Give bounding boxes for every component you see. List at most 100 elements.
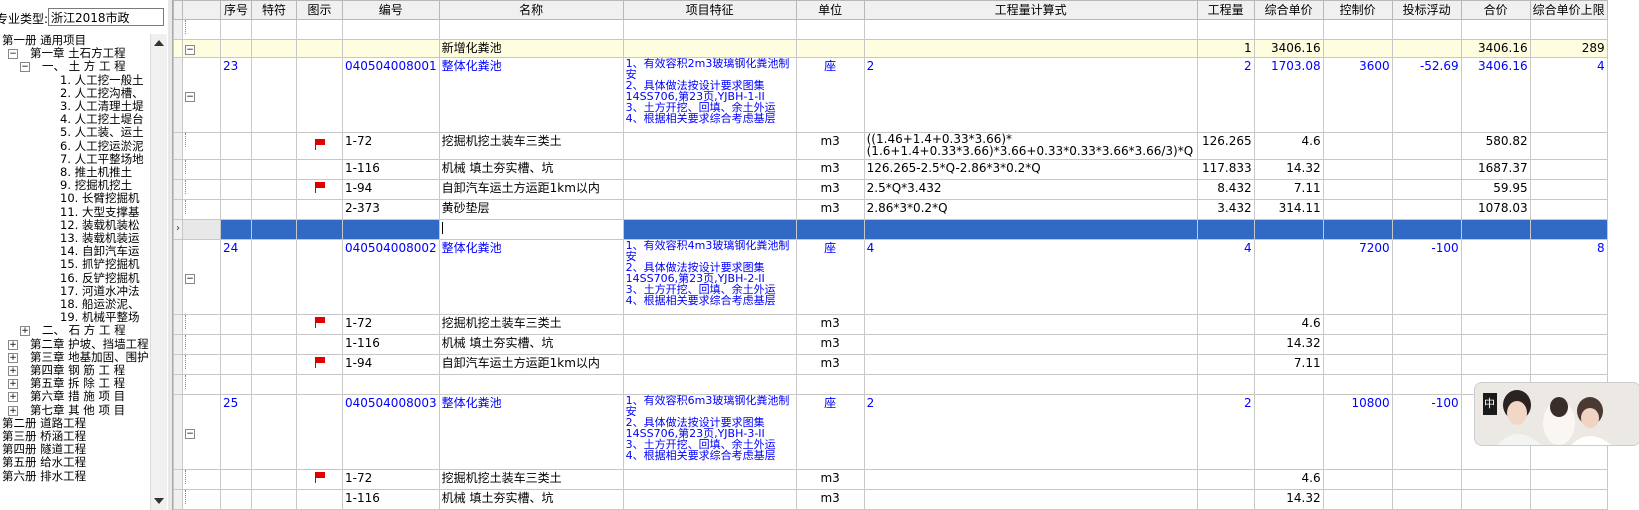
grid-cell[interactable] xyxy=(1529,19,1608,40)
name-cell[interactable]: 整体化粪池 xyxy=(438,239,624,315)
total-cell[interactable] xyxy=(1460,314,1531,335)
code-cell[interactable]: 1-72 xyxy=(342,132,440,160)
qty-cell[interactable]: 3.432 xyxy=(1196,199,1255,220)
name-cell[interactable]: 机械 填土夯实槽、坑 xyxy=(438,334,624,355)
tree-cell[interactable] xyxy=(182,314,221,335)
features-cell[interactable] xyxy=(622,199,797,220)
expand-icon[interactable]: + xyxy=(8,339,18,350)
tree-node[interactable]: 3. 人工清理土堤 xyxy=(38,100,144,113)
unit-cell[interactable]: m3 xyxy=(795,354,865,375)
control-price-cell[interactable] xyxy=(1322,159,1393,180)
seq-cell[interactable] xyxy=(220,132,252,160)
grid-cell[interactable] xyxy=(1529,219,1608,240)
tree-node[interactable]: 7. 人工平整场地 xyxy=(38,152,144,166)
collapse-icon[interactable]: − xyxy=(185,91,195,102)
control-price-cell[interactable]: 7200 xyxy=(1322,239,1393,315)
control-price-cell[interactable] xyxy=(1322,179,1393,200)
features-cell[interactable] xyxy=(622,354,797,375)
total-cell[interactable]: 3406.16 xyxy=(1460,39,1531,58)
formula-cell[interactable]: 2 xyxy=(863,394,1198,470)
grid-cell[interactable] xyxy=(182,374,221,395)
row-indicator[interactable] xyxy=(173,334,183,355)
grid-cell[interactable] xyxy=(220,219,252,240)
tree-node[interactable]: 第五册 给水工程 xyxy=(2,456,86,469)
grid-cell[interactable] xyxy=(220,19,252,40)
unit-price-cell[interactable] xyxy=(1253,239,1324,315)
unit-cell[interactable]: 座 xyxy=(795,57,865,133)
tree-node[interactable]: 15. 抓铲挖掘机 xyxy=(38,258,139,271)
seq-cell[interactable] xyxy=(220,39,252,58)
grid-cell[interactable] xyxy=(1391,374,1462,395)
upper-cell[interactable] xyxy=(1529,469,1608,490)
quota-row[interactable]: 1-94 自卸汽车运土方运距1km以内 m3 7.11 xyxy=(173,354,1608,375)
tree-cell[interactable] xyxy=(182,159,221,180)
row-indicator[interactable] xyxy=(173,132,183,160)
special-cell[interactable] xyxy=(251,159,297,180)
tree-node[interactable]: 14. 自卸汽车运 xyxy=(38,245,139,258)
expand-icon[interactable]: + xyxy=(8,366,18,376)
name-cell[interactable]: 新增化粪池 xyxy=(438,39,624,58)
tree-node[interactable]: + 第二章 护坡、挡墙工程 xyxy=(8,337,149,351)
diagram-cell[interactable] xyxy=(296,39,343,58)
grid-cell[interactable] xyxy=(182,19,221,40)
expand-icon[interactable]: + xyxy=(8,352,18,363)
grid-cell[interactable] xyxy=(342,19,440,40)
float-cell[interactable] xyxy=(1391,489,1462,510)
header-code[interactable]: 编号 xyxy=(342,0,440,20)
tree-cell[interactable] xyxy=(182,334,221,355)
code-cell[interactable]: 040504008001 xyxy=(342,57,440,133)
tree-node[interactable]: 5. 人工装、运土 xyxy=(38,126,144,139)
control-price-cell[interactable] xyxy=(1322,314,1393,335)
code-cell[interactable]: 2-373 xyxy=(342,199,440,220)
tree-node[interactable]: 18. 船运淤泥、 xyxy=(38,298,139,311)
formula-cell[interactable]: ((1.46+1.4+0.33*3.66)*(1.6+1.4+0.33*3.66… xyxy=(863,132,1198,160)
unit-cell[interactable]: m3 xyxy=(795,199,865,220)
code-cell[interactable]: 040504008003 xyxy=(342,394,440,470)
float-cell[interactable] xyxy=(1391,314,1462,335)
special-cell[interactable] xyxy=(251,469,297,490)
tree-node[interactable]: − 一、 土 方 工 程 xyxy=(20,60,126,73)
features-cell[interactable] xyxy=(622,159,797,180)
blank-row[interactable] xyxy=(173,374,1608,395)
expand-icon[interactable]: + xyxy=(8,379,18,390)
header-upper[interactable]: 综合单价上限 xyxy=(1529,0,1608,20)
tree-node[interactable]: 11. 大型支撑基 xyxy=(38,205,139,219)
floating-avatar-widget[interactable]: 中 xyxy=(1474,382,1639,446)
grid-cell[interactable] xyxy=(1322,219,1393,240)
row-indicator[interactable] xyxy=(173,469,183,490)
row-indicator[interactable] xyxy=(173,159,183,180)
scroll-down-icon[interactable] xyxy=(154,498,164,504)
unit-cell[interactable]: m3 xyxy=(795,334,865,355)
tree-node[interactable]: + 第七章 其 他 项 目 xyxy=(8,403,125,417)
tree-node[interactable]: 第四册 隧道工程 xyxy=(2,443,86,456)
quota-row[interactable]: 1-72 挖掘机挖土装车三类土 m3 ((1.46+1.4+0.33*3.66)*(1… xyxy=(173,132,1608,160)
formula-cell[interactable] xyxy=(863,469,1198,490)
grid-cell[interactable] xyxy=(1391,19,1462,40)
formula-cell[interactable]: 2 xyxy=(863,57,1198,133)
grid-cell[interactable] xyxy=(1196,374,1255,395)
total-cell[interactable]: 1078.03 xyxy=(1460,199,1531,220)
bill-item-row[interactable]: − 25 040504008003 整体化粪池 1、有效容积6m3玻璃钢化粪池制安 2、具… xyxy=(173,394,1608,470)
collapse-icon[interactable]: − xyxy=(20,62,30,73)
grid-cell[interactable] xyxy=(342,219,440,240)
grid-cell[interactable] xyxy=(438,374,624,395)
unit-price-cell[interactable]: 7.11 xyxy=(1253,179,1324,200)
header-special[interactable]: 特符 xyxy=(251,0,297,20)
name-cell[interactable]: 黄砂垫层 xyxy=(438,199,624,220)
float-cell[interactable] xyxy=(1391,354,1462,375)
control-price-cell[interactable] xyxy=(1322,354,1393,375)
special-cell[interactable] xyxy=(251,199,297,220)
seq-cell[interactable] xyxy=(220,489,252,510)
qty-cell[interactable]: 117.833 xyxy=(1196,159,1255,180)
tree-node[interactable]: 4. 人工挖土堤台 xyxy=(38,113,144,126)
diagram-cell[interactable] xyxy=(296,354,343,375)
code-cell[interactable]: 040504008002 xyxy=(342,239,440,315)
special-cell[interactable] xyxy=(251,394,297,470)
tree-cell[interactable]: − xyxy=(182,39,221,58)
upper-cell[interactable] xyxy=(1529,334,1608,355)
diagram-cell[interactable] xyxy=(296,159,343,180)
row-indicator[interactable] xyxy=(173,179,183,200)
qty-cell[interactable]: 1 xyxy=(1196,39,1255,58)
upper-cell[interactable]: 4 xyxy=(1529,57,1608,133)
unit-cell[interactable] xyxy=(795,39,865,58)
